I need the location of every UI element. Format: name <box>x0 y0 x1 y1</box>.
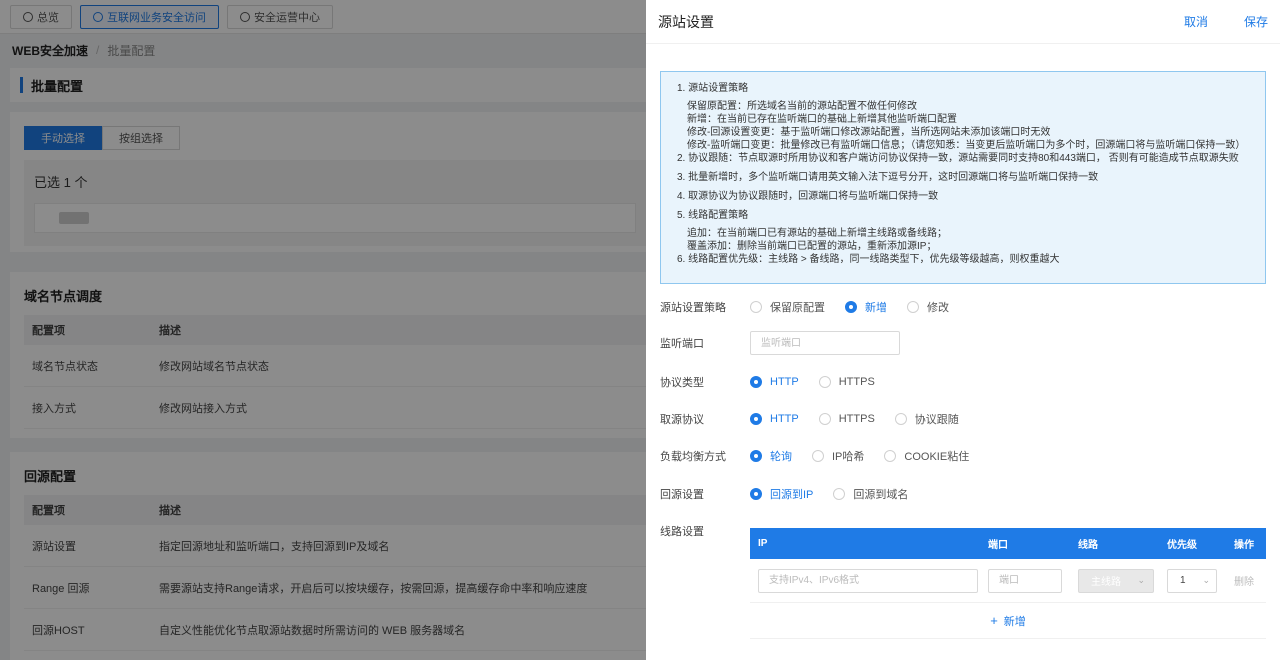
priority-select[interactable]: 1 ⌄ <box>1167 568 1217 593</box>
header-line: 线路 <box>1078 540 1098 551</box>
listen-port-label: 监听端口 <box>660 338 704 350</box>
protocol-radio-group: HTTP HTTPS <box>750 376 895 388</box>
load-balance-label: 负载均衡方式 <box>660 451 726 463</box>
protocol-row: 协议类型 HTTP HTTPS <box>660 371 895 393</box>
strategy-info-box: 1. 源站设置策略 保留原配置：所选域名当前的源站配置不做任何修改 新增：在当前… <box>660 71 1266 284</box>
delete-row-link[interactable]: 删除 <box>1234 577 1254 588</box>
strategy-radio-group: 保留原配置 新增 修改 <box>750 299 969 315</box>
radio-dot <box>818 376 831 388</box>
origin-to-ip-radio[interactable]: 回源到IP <box>750 486 813 502</box>
modal-overlay[interactable] <box>0 0 646 660</box>
info-line: 追加：在当前端口已有源站的基础上新增主线路或备线路； <box>687 228 947 239</box>
table-row: 主线路 ⌄ 1 ⌄ 删除 <box>750 559 1266 603</box>
strategy-add-radio[interactable]: 新增 <box>845 299 887 315</box>
listen-port-input[interactable] <box>750 331 900 355</box>
origin-to-domain-radio[interactable]: 回源到域名 <box>833 486 908 502</box>
radio-dot <box>812 450 824 462</box>
ip-input[interactable] <box>758 568 978 593</box>
line-cell: 主线路 ⌄ <box>1078 568 1167 593</box>
line-table: IP 端口 线路 优先级 操作 主线路 ⌄ 1 ⌄ <box>750 528 1266 639</box>
origin-protocol-http-radio[interactable]: HTTP <box>750 413 799 425</box>
plus-icon: + <box>990 613 998 628</box>
info-line: 6. 线路配置优先级：主线路 > 备线路，同一线路类型下，优先级等级越高，则权重… <box>677 254 1060 265</box>
origin-target-radio-group: 回源到IP 回源到域名 <box>750 486 928 502</box>
radio-dot <box>907 301 919 313</box>
radio-dot <box>750 301 762 313</box>
header-operation: 操作 <box>1234 540 1254 551</box>
radio-dot <box>884 450 897 462</box>
info-line: 5. 线路配置策略 <box>677 210 749 221</box>
priority-cell: 1 ⌄ <box>1167 568 1234 593</box>
info-line: 保留原配置：所选域名当前的源站配置不做任何修改 <box>687 101 917 112</box>
info-line: 3. 批量新增时，多个监听端口请用英文输入法下逗号分开，这时回源端口将与监听端口… <box>677 172 1099 183</box>
origin-target-label: 回源设置 <box>660 489 704 501</box>
save-button[interactable]: 保存 <box>1244 13 1268 30</box>
add-line-label: 新增 <box>1003 615 1026 628</box>
header-priority: 优先级 <box>1167 540 1197 551</box>
chevron-down-icon: ⌄ <box>1202 575 1210 585</box>
info-line: 修改-监听端口变更：批量修改已有监听端口信息；（请您知悉：当变更后监听端口为多个… <box>687 140 1246 151</box>
operation-cell: 删除 <box>1234 573 1266 588</box>
origin-protocol-label: 取源协议 <box>660 414 704 426</box>
line-select-value: 主线路 <box>1091 577 1121 588</box>
add-line-button[interactable]: + 新增 <box>750 603 1266 639</box>
lb-round-robin-radio[interactable]: 轮询 <box>750 448 792 464</box>
load-balance-row: 负载均衡方式 轮询 IP哈希 COOKIE粘住 <box>660 445 989 467</box>
radio-dot <box>750 376 762 388</box>
cancel-button[interactable]: 取消 <box>1184 13 1208 30</box>
line-settings-row: 线路设置 <box>660 520 750 542</box>
info-line: 新增：在当前已存在监听端口的基础上新增其他监听端口配置 <box>687 114 957 125</box>
ip-cell <box>750 568 988 593</box>
drawer-header: 源站设置 取消 保存 <box>646 0 1280 44</box>
line-settings-label: 线路设置 <box>660 526 704 538</box>
info-line: 修改-回源设置变更：基于监听端口修改源站配置，当所选网站未添加该端口时无效 <box>687 127 1051 138</box>
drawer-title: 源站设置 <box>658 13 714 30</box>
radio-dot <box>845 301 857 313</box>
protocol-label: 协议类型 <box>660 377 704 389</box>
info-line: 1. 源站设置策略 <box>677 83 749 94</box>
radio-dot <box>750 488 762 500</box>
origin-protocol-follow-radio[interactable]: 协议跟随 <box>894 411 959 427</box>
radio-dot <box>750 450 762 462</box>
radio-dot <box>818 413 831 425</box>
strategy-keep-radio[interactable]: 保留原配置 <box>750 299 825 315</box>
protocol-http-radio[interactable]: HTTP <box>750 376 799 388</box>
port-input[interactable] <box>988 568 1062 593</box>
strategy-modify-radio[interactable]: 修改 <box>907 299 949 315</box>
strategy-label: 源站设置策略 <box>660 302 726 314</box>
origin-target-row: 回源设置 回源到IP 回源到域名 <box>660 483 928 505</box>
info-line: 2. 协议跟随：节点取源时所用协议和客户端访问协议保持一致，源站需要同时支持80… <box>677 153 1239 164</box>
radio-dot <box>750 413 762 425</box>
line-table-header: IP 端口 线路 优先级 操作 <box>750 528 1266 559</box>
origin-settings-drawer: 源站设置 取消 保存 1. 源站设置策略 保留原配置：所选域名当前的源站配置不做… <box>646 0 1280 660</box>
info-line: 4. 取源协议为协议跟随时，回源端口将与监听端口保持一致 <box>677 191 939 202</box>
priority-select-value: 1 <box>1180 575 1186 586</box>
lb-ip-hash-radio[interactable]: IP哈希 <box>812 448 864 464</box>
lb-cookie-radio[interactable]: COOKIE粘住 <box>884 448 969 464</box>
protocol-https-radio[interactable]: HTTPS <box>818 376 875 388</box>
strategy-row: 源站设置策略 保留原配置 新增 修改 <box>660 296 969 318</box>
listen-port-row: 监听端口 <box>660 331 900 355</box>
header-ip: IP <box>758 538 768 549</box>
radio-dot <box>833 488 846 500</box>
radio-dot <box>894 413 907 425</box>
origin-protocol-row: 取源协议 HTTP HTTPS 协议跟随 <box>660 408 979 430</box>
origin-protocol-radio-group: HTTP HTTPS 协议跟随 <box>750 411 979 427</box>
header-port: 端口 <box>988 540 1008 551</box>
line-select: 主线路 ⌄ <box>1078 568 1154 593</box>
info-line: 覆盖添加：删除当前端口已配置的源站，重新添加源IP； <box>687 241 937 252</box>
load-balance-radio-group: 轮询 IP哈希 COOKIE粘住 <box>750 448 989 464</box>
origin-protocol-https-radio[interactable]: HTTPS <box>818 413 875 425</box>
chevron-down-icon: ⌄ <box>1137 575 1145 585</box>
port-cell <box>988 568 1078 593</box>
